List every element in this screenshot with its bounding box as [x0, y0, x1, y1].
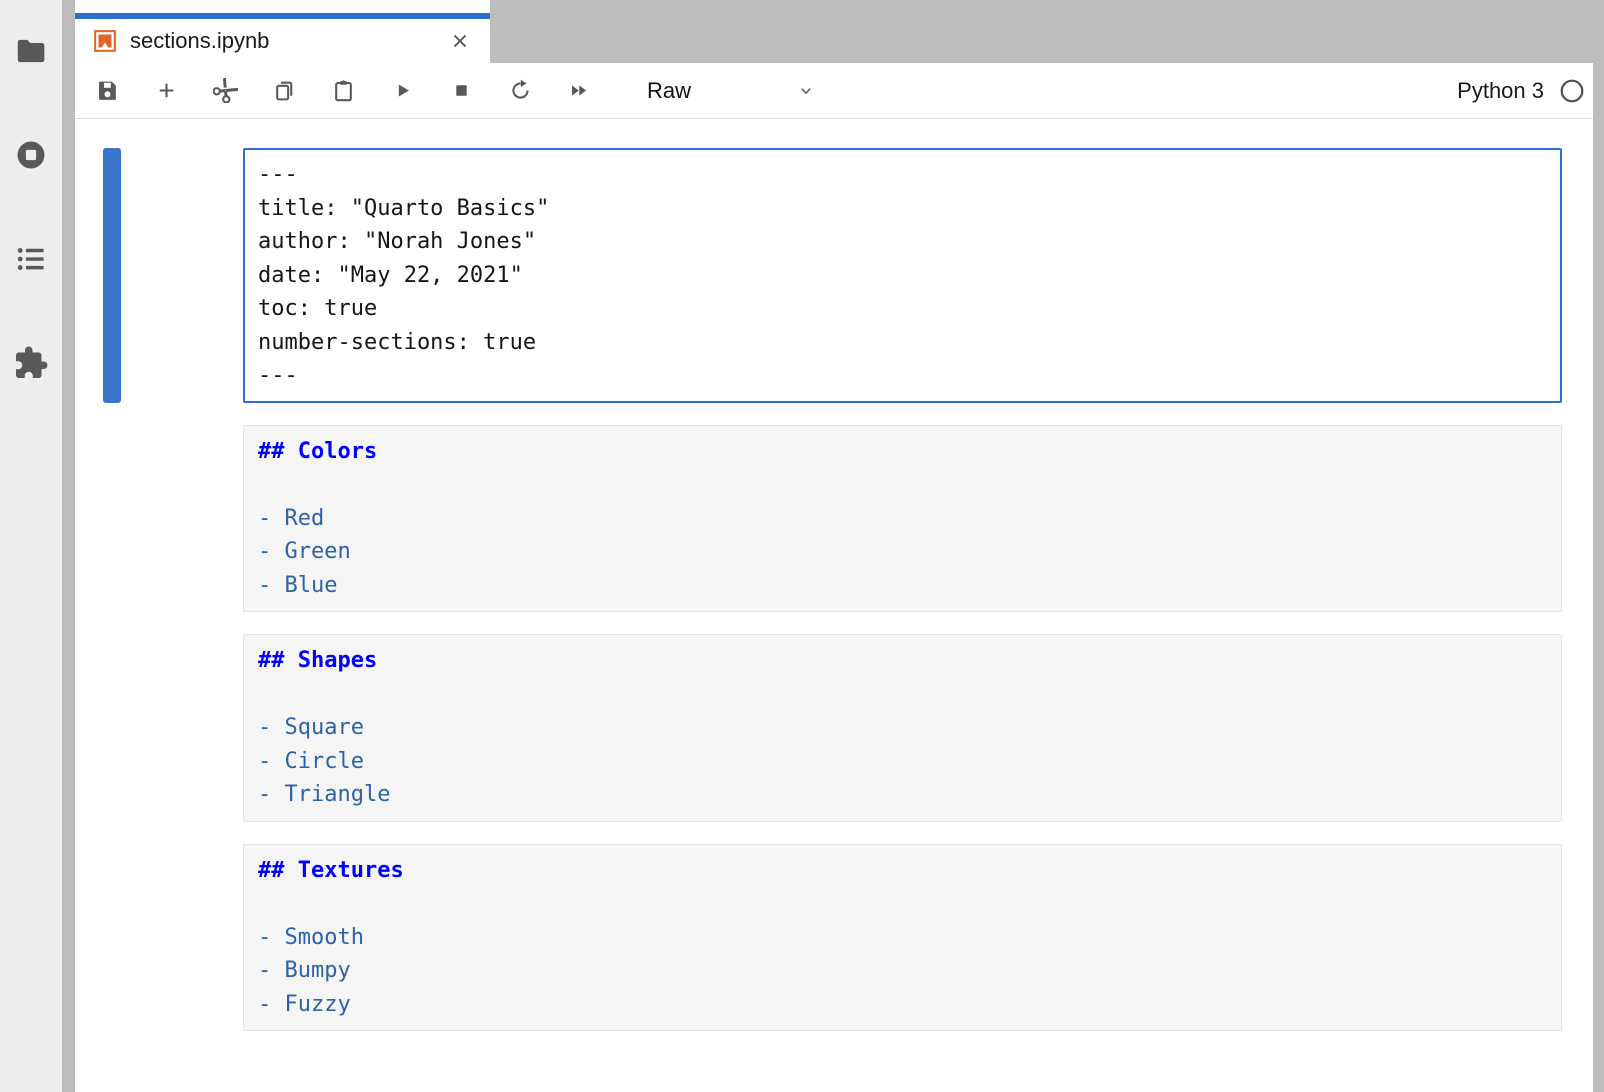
sidebar-item-table-of-contents[interactable] — [13, 241, 49, 277]
markdown-blank-line — [258, 887, 1547, 921]
cell-editor[interactable]: ## Textures - Smooth - Bumpy - Fuzzy — [243, 844, 1562, 1032]
plus-icon — [154, 78, 179, 103]
cell-collapser[interactable] — [103, 425, 121, 613]
cell-raw-frontmatter[interactable]: --- title: "Quarto Basics" author: "Nora… — [103, 148, 1593, 403]
cell-markdown-colors[interactable]: ## Colors - Red - Green - Blue — [103, 425, 1593, 613]
markdown-blank-line — [258, 468, 1547, 502]
tab-close-button[interactable] — [448, 29, 472, 53]
folder-icon — [13, 33, 49, 74]
interrupt-kernel-button[interactable] — [444, 74, 478, 108]
cell-collapser[interactable] — [103, 634, 121, 822]
cell-markdown-textures[interactable]: ## Textures - Smooth - Bumpy - Fuzzy — [103, 844, 1593, 1032]
tab-bar: sections.ipynb — [75, 0, 1593, 63]
scissors-icon — [213, 78, 238, 103]
code-line: number-sections: true — [258, 326, 1547, 360]
markdown-blank-line — [258, 678, 1547, 712]
cell-editor[interactable]: --- title: "Quarto Basics" author: "Nora… — [243, 148, 1562, 403]
paste-cells-button[interactable] — [326, 74, 360, 108]
tab-bar-empty-area — [490, 0, 1593, 63]
cell-editor[interactable]: ## Colors - Red - Green - Blue — [243, 425, 1562, 613]
markdown-list-item: - Green — [258, 535, 1547, 569]
markdown-header: ## Colors — [258, 435, 1547, 469]
tab-title: sections.ipynb — [130, 28, 269, 54]
sidebar-item-running-sessions[interactable] — [13, 137, 49, 173]
tab-sections-ipynb[interactable]: sections.ipynb — [75, 13, 490, 63]
code-line: author: "Norah Jones" — [258, 225, 1547, 259]
save-icon — [95, 78, 120, 103]
code-line: toc: true — [258, 292, 1547, 326]
main-panel: sections.ipynb — [75, 0, 1593, 1092]
run-cell-button[interactable] — [385, 74, 419, 108]
paste-icon — [331, 78, 356, 103]
markdown-list-item: - Bumpy — [258, 954, 1547, 988]
cut-cells-button[interactable] — [208, 74, 242, 108]
play-icon — [390, 78, 415, 103]
notebook-content: --- title: "Quarto Basics" author: "Nora… — [75, 119, 1593, 1092]
cell-collapser[interactable] — [103, 148, 121, 403]
notebook-icon — [92, 28, 118, 54]
markdown-list-item: - Blue — [258, 569, 1547, 603]
markdown-list-item: - Fuzzy — [258, 988, 1547, 1022]
cell-markdown-shapes[interactable]: ## Shapes - Square - Circle - Triangle — [103, 634, 1593, 822]
close-icon — [449, 30, 471, 52]
markdown-list-item: - Square — [258, 711, 1547, 745]
restart-run-all-button[interactable] — [562, 74, 596, 108]
markdown-list-item: - Red — [258, 502, 1547, 536]
save-button[interactable] — [90, 74, 124, 108]
notebook-toolbar: Raw Python 3 — [75, 63, 1593, 119]
cell-prompt — [121, 634, 243, 822]
insert-cell-button[interactable] — [149, 74, 183, 108]
cell-type-dropdown[interactable]: Raw — [647, 71, 817, 111]
activity-bar — [0, 0, 62, 1092]
restart-kernel-button[interactable] — [503, 74, 537, 108]
cell-type-value: Raw — [647, 78, 691, 104]
kernel-status-icon[interactable] — [1559, 78, 1585, 104]
markdown-list-item: - Triangle — [258, 778, 1547, 812]
sidebar-item-extension-manager[interactable] — [13, 345, 49, 381]
right-panel-strip[interactable] — [1593, 0, 1604, 1092]
markdown-header: ## Textures — [258, 854, 1547, 888]
stop-icon — [449, 78, 474, 103]
cell-editor[interactable]: ## Shapes - Square - Circle - Triangle — [243, 634, 1562, 822]
markdown-list-item: - Circle — [258, 745, 1547, 779]
list-icon — [13, 241, 49, 282]
code-line: --- — [258, 158, 1547, 192]
stop-circle-icon — [13, 137, 49, 178]
sidebar-splitter[interactable] — [62, 0, 75, 1092]
copy-icon — [272, 78, 297, 103]
puzzle-icon — [13, 345, 49, 386]
restart-icon — [508, 78, 533, 103]
fast-forward-icon — [567, 78, 592, 103]
sidebar-item-file-browser[interactable] — [13, 33, 49, 69]
markdown-header: ## Shapes — [258, 644, 1547, 678]
markdown-list-item: - Smooth — [258, 921, 1547, 955]
cell-prompt — [121, 425, 243, 613]
code-line: date: "May 22, 2021" — [258, 259, 1547, 293]
kernel-indicator: Python 3 — [1457, 78, 1585, 104]
chevron-down-icon — [795, 80, 817, 102]
code-line: title: "Quarto Basics" — [258, 192, 1547, 226]
kernel-name[interactable]: Python 3 — [1457, 78, 1544, 104]
cell-prompt — [121, 148, 243, 403]
copy-cells-button[interactable] — [267, 74, 301, 108]
cell-collapser[interactable] — [103, 844, 121, 1032]
cell-prompt — [121, 844, 243, 1032]
code-line: --- — [258, 359, 1547, 393]
